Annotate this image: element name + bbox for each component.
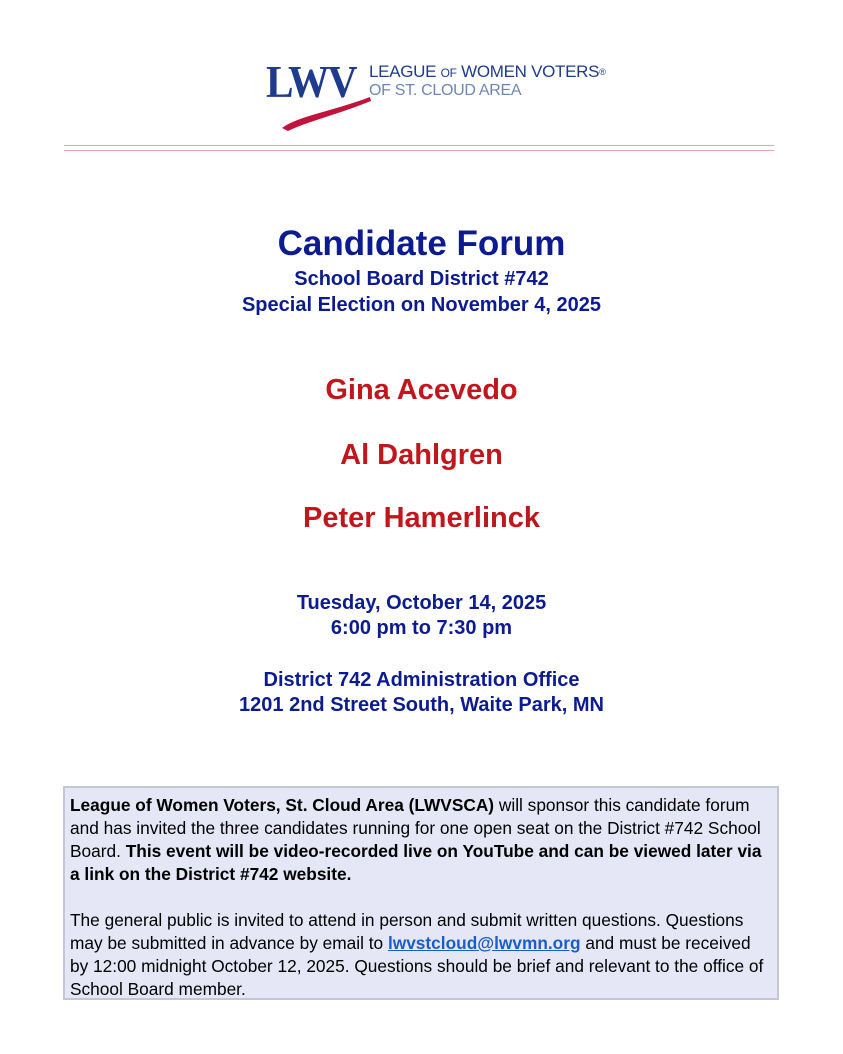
- candidate-name: Peter Hamerlinck: [303, 502, 540, 534]
- info-box: League of Women Voters, St. Cloud Area (…: [63, 786, 779, 1000]
- subtitle-district: School Board District #742: [294, 268, 549, 290]
- candidate-name: Gina Acevedo: [325, 374, 518, 406]
- page-title: Candidate Forum: [277, 224, 566, 263]
- registered-mark: ®: [599, 67, 606, 77]
- event-location: District 742 Administration Office: [263, 669, 580, 691]
- event-time: 6:00 pm to 7:30 pm: [330, 617, 513, 639]
- email-link[interactable]: lwvstcloud@lwvmn.org: [388, 933, 581, 953]
- candidate-name: Al Dahlgren: [340, 439, 503, 471]
- lwv-logo: LWV LEAGUE OF WOMEN VOTERS® OF ST. CLOUD…: [266, 58, 606, 132]
- header-rule-top: [64, 145, 774, 146]
- info-paragraph-sponsor: League of Women Voters, St. Cloud Area (…: [70, 795, 762, 884]
- logo-chapter-name: OF ST. CLOUD AREA: [369, 82, 522, 99]
- event-address: 1201 2nd Street South, Waite Park, MN: [239, 694, 604, 716]
- info-paragraph-questions: The general public is invited to attend …: [70, 910, 764, 999]
- event-date: Tuesday, October 14, 2025: [296, 592, 547, 614]
- logo-org-name: LEAGUE OF WOMEN VOTERS®: [369, 62, 606, 81]
- header-rule-bottom: [64, 150, 774, 151]
- swoosh-icon: [282, 97, 371, 131]
- subtitle-election: Special Election on November 4, 2025: [241, 294, 602, 316]
